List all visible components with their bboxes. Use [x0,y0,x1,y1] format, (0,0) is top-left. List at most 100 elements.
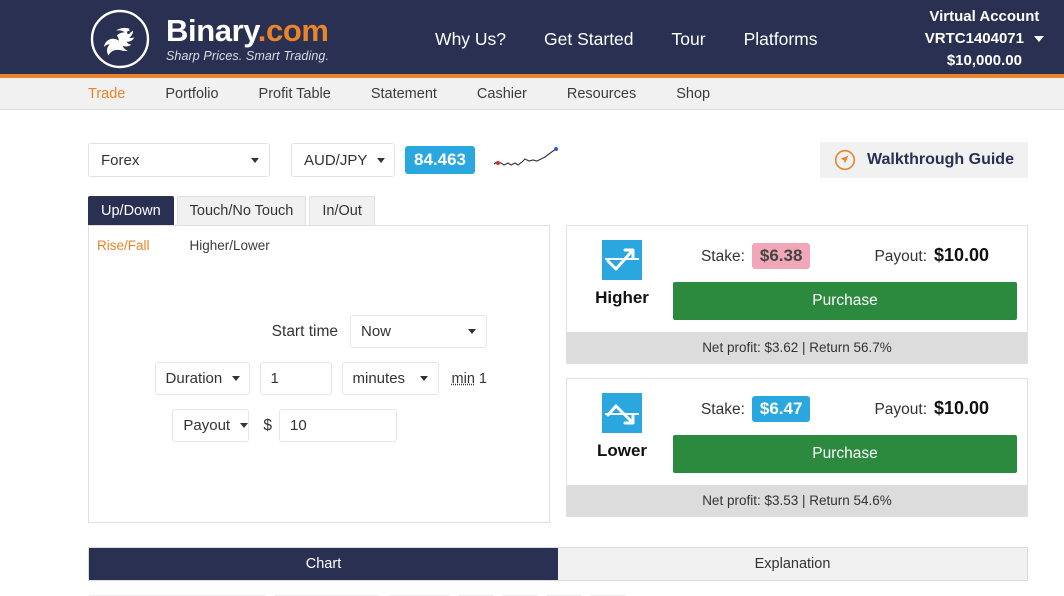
trade-parameters-panel: Rise/Fall Higher/Lower Start time Now Du… [88,225,550,523]
chart-explanation-tabs: Chart Explanation [88,547,1028,581]
tab-touch-no-touch[interactable]: Touch/No Touch [176,196,307,225]
stake-value-lower: $6.47 [751,395,811,422]
arrow-up-trend-icon [602,240,642,280]
start-time-label: Start time [271,322,338,340]
payout-group: Payout: $10.00 [874,398,989,419]
purchase-button-lower[interactable]: Purchase [673,435,1017,473]
payout-value-lower: $10.00 [934,398,990,418]
chevron-down-icon [251,157,259,163]
tab-in-out[interactable]: In/Out [309,196,375,225]
subnav-item-shop[interactable]: Shop [676,86,710,102]
subtype-higher-lower[interactable]: Higher/Lower [190,238,270,253]
subnav-item-cashier[interactable]: Cashier [477,86,527,102]
trade-card-body: Higher Stake: $6.38 Payout: $10.00 Purch… [567,226,1027,332]
duration-amount-input[interactable]: 1 [259,362,332,395]
cursor-pointer-icon [834,149,856,171]
start-time-row: Start time Now [89,315,549,348]
duration-row: Duration 1 minutes min 1 [89,362,549,395]
nav-why-us[interactable]: Why Us? [435,29,506,50]
trade-card-controls: Stake: $6.38 Payout: $10.00 Purchase [663,240,1017,320]
direction-block-higher: Higher [581,240,663,320]
payout-label: Payout: [874,401,927,418]
market-select-value: Forex [101,151,140,169]
stake-value-higher: $6.38 [751,242,811,269]
start-time-select[interactable]: Now [350,315,487,348]
trade-type-tabs: Up/Down Touch/No Touch In/Out [88,196,1028,225]
net-profit-bar-higher: Net profit: $3.62 | Return 56.7% [567,332,1027,363]
trade-card-lower: Lower Stake: $6.47 Payout: $10.00 Purcha… [566,378,1028,517]
price-sparkline [493,147,558,166]
duration-units-value: minutes [352,370,406,387]
header-accent-stripe [0,74,1064,78]
direction-label-higher: Higher [595,288,649,307]
currency-symbol: $ [263,416,272,434]
stake-group: Stake: $6.47 [700,395,811,422]
chevron-down-icon [377,157,386,163]
trade-content-row: Rise/Fall Higher/Lower Start time Now Du… [88,225,1028,523]
market-select[interactable]: Forex [88,143,270,177]
account-summary: Virtual Account VRTC1404071 $10,000.00 [925,6,1044,71]
nav-platforms[interactable]: Platforms [744,29,818,50]
symbol-select[interactable]: AUD/JPY [291,143,395,177]
direction-label-lower: Lower [596,441,648,460]
stake-label: Stake: [700,247,745,265]
binary-dove-logo-icon [90,9,150,69]
duration-min-hint: min 1 [451,370,487,387]
nav-get-started[interactable]: Get Started [544,29,634,50]
payout-value-higher: $10.00 [934,245,990,265]
amount-input[interactable]: 10 [279,409,397,442]
net-profit-bar-lower: Net profit: $3.53 | Return 54.6% [567,485,1027,516]
payout-label: Payout: [874,248,927,265]
account-balance: $10,000.00 [946,51,1022,69]
stake-label: Stake: [700,400,745,418]
purchase-button-higher[interactable]: Purchase [673,282,1017,320]
trade-page: Forex AUD/JPY 84.463 Walkthrough Guide U… [0,139,1064,596]
subtype-rise-fall[interactable]: Rise/Fall [97,238,150,253]
stake-payout-row: Stake: $6.38 Payout: $10.00 [673,240,1017,271]
duration-type-value: Duration [165,370,223,387]
secondary-navigation: Trade Portfolio Profit Table Statement C… [0,78,1064,110]
brand-logo[interactable]: Binary.com Sharp Prices. Smart Trading. [88,7,329,71]
tab-explanation[interactable]: Explanation [558,548,1027,580]
stake-group: Stake: $6.38 [700,242,811,269]
trade-card-higher: Higher Stake: $6.38 Payout: $10.00 Purch… [566,225,1028,364]
subnav-item-statement[interactable]: Statement [371,86,437,102]
account-type-label: Virtual Account [929,8,1040,26]
direction-block-lower: Lower [581,393,663,473]
account-id: VRTC1404071 [924,30,1024,48]
market-selection-row: Forex AUD/JPY 84.463 Walkthrough Guide [88,139,1028,181]
symbol-select-value: AUD/JPY [304,151,368,169]
account-switcher[interactable]: VRTC1404071 [925,28,1044,50]
subnav-item-portfolio[interactable]: Portfolio [165,86,218,102]
site-header: Binary.com Sharp Prices. Smart Trading. … [0,0,1064,78]
subnav-item-trade[interactable]: Trade [88,86,125,102]
spot-price-badge: 84.463 [405,146,475,174]
trade-subtype-tabs: Rise/Fall Higher/Lower [89,238,549,253]
chevron-down-icon [419,376,428,381]
walkthrough-guide-label: Walkthrough Guide [867,151,1014,168]
subnav-item-resources[interactable]: Resources [567,86,636,102]
chevron-down-icon [1034,36,1044,42]
subnav-item-profit-table[interactable]: Profit Table [259,86,331,102]
stake-payout-row: Stake: $6.47 Payout: $10.00 [673,393,1017,424]
arrow-down-trend-icon [602,393,642,433]
walkthrough-guide-button[interactable]: Walkthrough Guide [820,142,1028,178]
basis-value: Payout [183,417,231,434]
trade-card-body: Lower Stake: $6.47 Payout: $10.00 Purcha… [567,379,1027,485]
brand-name: Binary.com [166,13,329,49]
brand-wordmark: Binary.com Sharp Prices. Smart Trading. [166,13,330,63]
payout-group: Payout: $10.00 [874,245,989,266]
trade-card-controls: Stake: $6.47 Payout: $10.00 Purchase [663,393,1017,473]
tab-up-down[interactable]: Up/Down [88,196,174,225]
primary-navigation: Why Us? Get Started Tour Platforms [435,29,817,50]
duration-type-select[interactable]: Duration [154,362,250,395]
chevron-down-icon [232,376,241,381]
purchase-column: Higher Stake: $6.38 Payout: $10.00 Purch… [566,225,1028,523]
payout-row: Payout $ 10 [89,409,549,442]
tab-chart[interactable]: Chart [89,548,558,580]
chevron-down-icon [240,423,249,428]
brand-tagline: Sharp Prices. Smart Trading. [166,48,330,63]
basis-select[interactable]: Payout [172,409,250,442]
nav-tour[interactable]: Tour [672,29,706,50]
duration-units-select[interactable]: minutes [341,362,439,395]
